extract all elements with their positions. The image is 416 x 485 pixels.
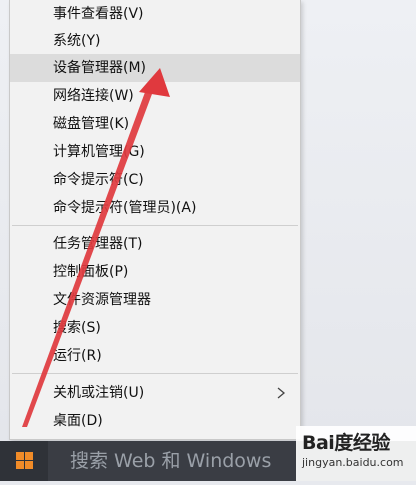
menu-item-run[interactable]: 运行(R) [10,342,300,370]
taskbar-search-box[interactable]: 搜索 Web 和 Windows [48,441,298,481]
windows-logo-icon [16,452,33,469]
menu-item-computer-management[interactable]: 计算机管理(G) [10,138,300,166]
menu-item-command-prompt[interactable]: 命令提示符(C) [10,166,300,194]
menu-item-desktop[interactable]: 桌面(D) [10,407,300,435]
menu-item-network-connections[interactable]: 网络连接(W) [10,82,300,110]
watermark-brand: Bai度经验 [302,432,390,454]
menu-separator [12,373,298,374]
menu-item-command-prompt-admin[interactable]: 命令提示符(管理员)(A) [10,194,300,222]
menu-item-file-explorer[interactable]: 文件资源管理器 [10,286,300,314]
menu-item-search[interactable]: 搜索(S) [10,314,300,342]
menu-item-event-viewer[interactable]: 事件查看器(V) [10,0,300,28]
menu-item-shutdown-signout[interactable]: 关机或注销(U) [10,379,300,407]
chevron-right-icon [277,387,286,399]
menu-item-system[interactable]: 系统(Y) [10,27,300,55]
menu-separator [12,225,298,226]
menu-item-label: 关机或注销(U) [53,385,145,401]
menu-item-disk-management[interactable]: 磁盘管理(K) [10,110,300,138]
search-placeholder: 搜索 Web 和 Windows [70,450,272,472]
menu-item-task-manager[interactable]: 任务管理器(T) [10,230,300,258]
menu-item-control-panel[interactable]: 控制面板(P) [10,258,300,286]
baidu-jingyan-watermark: Bai度经验 jingyan.baidu.com [296,426,416,481]
winx-context-menu: 事件查看器(V) 系统(Y) 设备管理器(M) 网络连接(W) 磁盘管理(K) … [9,0,301,440]
menu-item-device-manager[interactable]: 设备管理器(M) [10,54,300,82]
start-button[interactable] [0,441,48,481]
watermark-url: jingyan.baidu.com [302,456,404,469]
